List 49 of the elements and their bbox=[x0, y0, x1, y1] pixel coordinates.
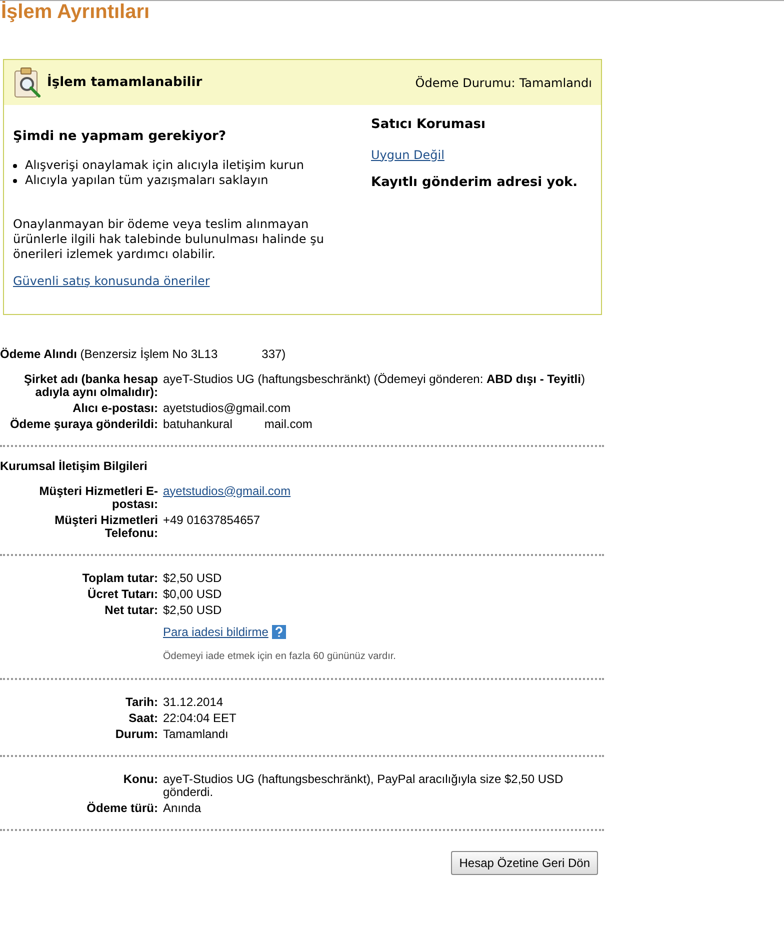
section-heading: Kurumsal İletişim Bilgileri bbox=[0, 458, 148, 474]
question-heading: Şimdi ne yapmam gerekiyor? bbox=[13, 128, 228, 146]
field-label: Alıcı e-postası: bbox=[72, 402, 158, 414]
refund-link[interactable]: Para iadesi bildirme bbox=[163, 622, 268, 640]
field-value: Anında bbox=[163, 802, 202, 814]
address-note: Kayıtlı gönderim adresi yok. bbox=[371, 174, 579, 192]
field-value: $0,00 USD bbox=[163, 588, 222, 600]
field-label: Konu: bbox=[122, 772, 158, 788]
field-label: Saat: bbox=[128, 712, 158, 724]
bullet-icon bbox=[13, 178, 17, 182]
field-value: ayeT-Studios UG (haftungsbeschränkt) (Ödemeyi gönderen: ABD dışı - Teyitli) bbox=[163, 372, 585, 388]
email-link[interactable]: ayetstudios@gmail.com bbox=[163, 484, 291, 510]
field-value: +49 01637854657 bbox=[163, 514, 260, 528]
help-icon[interactable] bbox=[272, 624, 286, 638]
bullet-text: Alışverişi onaylamak için alıcıyla iletişim kurun bbox=[25, 158, 304, 172]
field-label: Ücret Tutarı: bbox=[86, 588, 158, 600]
field-value: 31.12.2014 bbox=[163, 696, 224, 708]
field-value: ayetstudios@gmail.com bbox=[163, 402, 291, 414]
advice-paragraph: Onaylanmayan bir ödeme veya teslim alınmayan ürünlerle ilgili hak talebinde bulunulması halinde şu önerileri izlemek yardımcı olabilir. bbox=[13, 216, 325, 262]
field-label: Müşteri Hizmetleri E-postası: bbox=[38, 484, 158, 510]
field-value: batuhankural bbox=[163, 418, 232, 430]
page-title: İşlem Ayrıntıları bbox=[1, 2, 151, 22]
field-label: Ödeme şuraya gönderildi: bbox=[8, 418, 158, 430]
section-heading: Ödeme Alındı (Benzersiz İşlem No 3L13 bbox=[0, 346, 218, 362]
field-label: Şirket adı (banka hesap adıyla aynı olmalıdır): bbox=[22, 372, 158, 398]
payment-status-label: Ödeme Durumu: bbox=[415, 74, 516, 92]
field-value: mail.com bbox=[264, 418, 312, 430]
payment-status-value: Tamamlandı bbox=[519, 74, 592, 92]
field-label: Müşteri Hizmetleri Telefonu: bbox=[54, 514, 158, 540]
bullet-text: Alıcıyla yapılan tüm yazışmaları saklayın bbox=[25, 172, 268, 188]
section-heading: 337) bbox=[262, 346, 286, 362]
field-value: $2,50 USD bbox=[163, 604, 222, 616]
back-button[interactable]: Hesap Özetine Geri Dön bbox=[451, 850, 598, 874]
field-label: Durum: bbox=[114, 728, 158, 740]
field-label: Toplam tutar: bbox=[81, 572, 158, 584]
field-label: Tarih: bbox=[124, 696, 158, 708]
eligibility-link[interactable]: Uygun Değil bbox=[371, 146, 444, 164]
advice-link[interactable]: Güvenli satış konusunda öneriler bbox=[13, 272, 210, 290]
field-label: Net tutar: bbox=[104, 604, 158, 616]
bullet-icon bbox=[13, 164, 17, 168]
field-label: Ödeme türü: bbox=[86, 802, 158, 814]
status-heading: İşlem tamamlanabilir bbox=[47, 73, 202, 92]
field-value: 22:04:04 EET bbox=[163, 712, 236, 724]
field-value: $2,50 USD bbox=[163, 572, 222, 584]
protection-heading: Satıcı Koruması bbox=[371, 116, 486, 134]
field-value: ayeT-Studios UG (haftungsbeschränkt), PayPal aracılığıyla size $2,50 USD gönderdi. bbox=[163, 772, 564, 798]
refund-note: Ödemeyi iade etmek için en fazla 60 gününüz vardır. bbox=[163, 650, 397, 664]
field-value: Tamamlandı bbox=[163, 728, 228, 740]
clipboard-search-icon bbox=[13, 66, 43, 98]
